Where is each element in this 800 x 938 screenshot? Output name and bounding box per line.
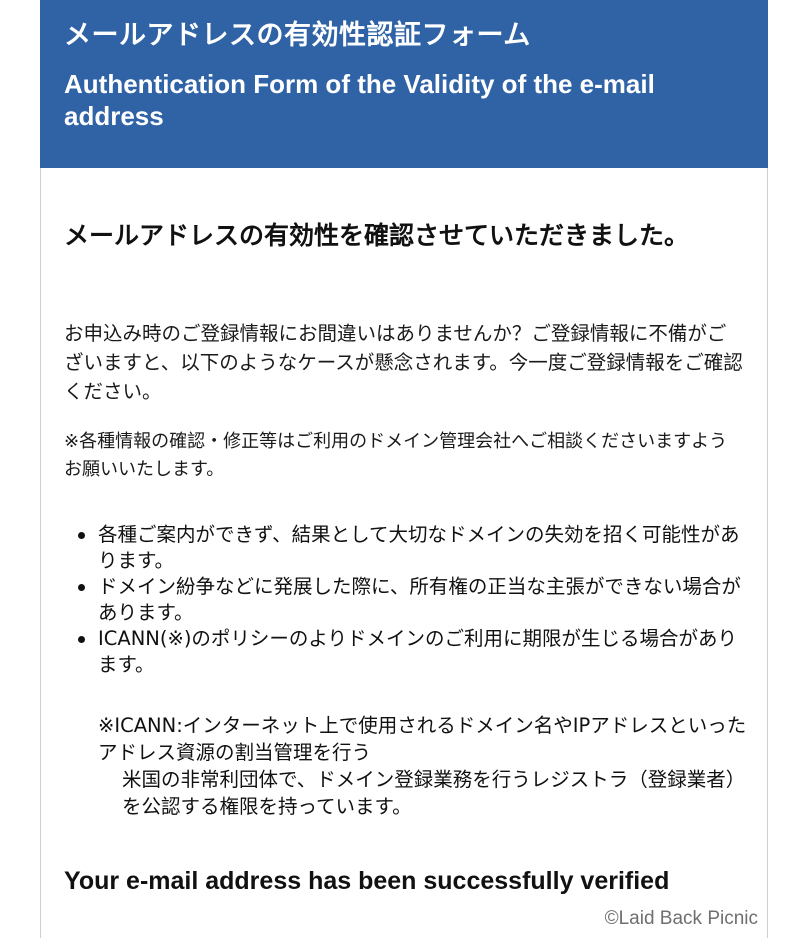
icann-footnote: ※ICANN:インターネット上で使用されるドメイン名やIPアドレスといったアドレ… [98,712,758,820]
bullet-icon [78,584,85,591]
verification-headline: メールアドレスの有効性を確認させていただきました。 [64,221,690,250]
risk-list-item-text: 各種ご案内ができず、結果として大切なドメインの失効を招く可能性があります。 [98,523,740,572]
icann-footnote-line-2: 米国の非常利団体で、ドメイン登録業務を行うレジストラ（登録業者）を公認する権限を… [122,768,746,818]
risk-list-item: ドメイン紛争などに発展した際に、所有権の正当な主張ができない場合があります。 [76,574,748,626]
bullet-icon [78,636,85,643]
bullet-icon [78,532,85,539]
risk-list-item-text: ICANN(※)のポリシーのよりドメインのご利用に期限が生じる場合があります。 [98,627,738,676]
copyright-watermark: ©Laid Back Picnic [604,908,758,929]
success-message-en: Your e-mail address has been successfull… [64,867,670,895]
consultation-note-paragraph: ※各種情報の確認・修正等はご利用のドメイン管理会社へご相談くださいますようお願い… [64,431,728,480]
risk-list-item-text: ドメイン紛争などに発展した際に、所有権の正当な主張ができない場合があります。 [98,575,741,624]
risk-list: 各種ご案内ができず、結果として大切なドメインの失効を招く可能性があります。 ドメ… [76,522,748,678]
risk-list-item: ICANN(※)のポリシーのよりドメインのご利用に期限が生じる場合があります。 [76,626,748,678]
registration-check-paragraph: お申込み時のご登録情報にお間違いはありませんか？ご登録情報に不備がございますと、… [64,322,743,403]
risk-list-item: 各種ご案内ができず、結果として大切なドメインの失効を招く可能性があります。 [76,522,748,574]
main-content: メールアドレスの有効性を確認させていただきました。 お申込み時のご登録情報にお間… [64,0,754,938]
icann-footnote-line-1: ※ICANN:インターネット上で使用されるドメイン名やIPアドレスといったアドレ… [98,714,747,764]
